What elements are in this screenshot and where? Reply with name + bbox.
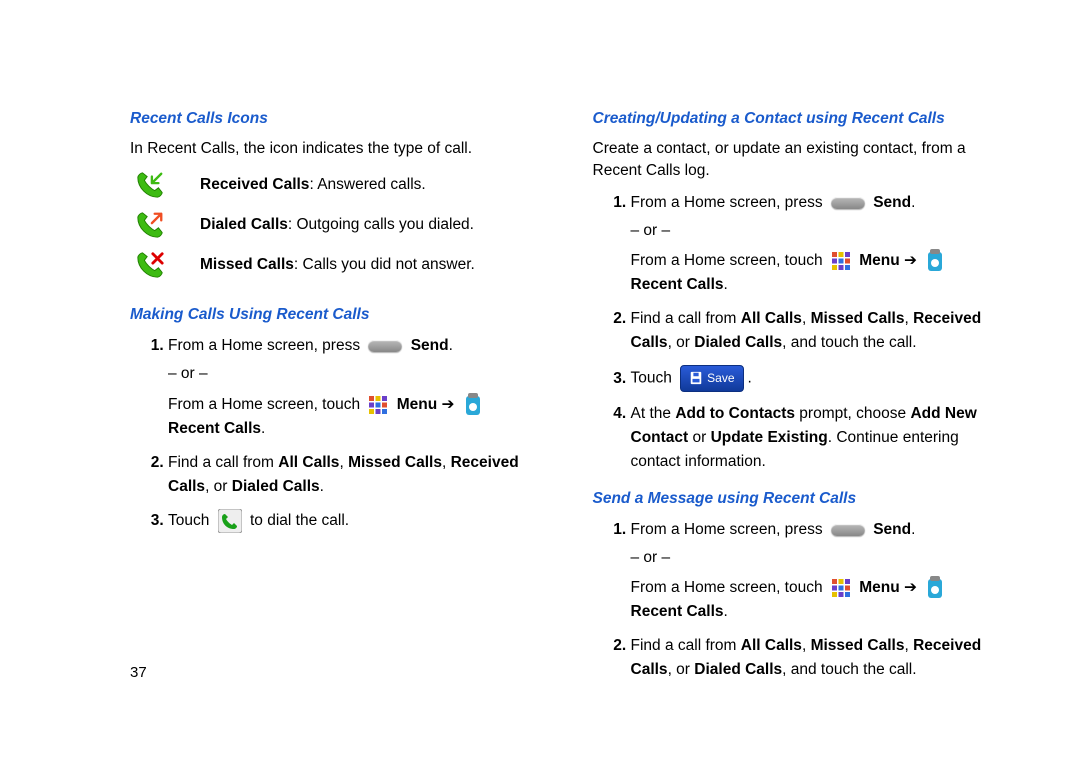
heading-making-calls: Making Calls Using Recent Calls — [130, 306, 538, 324]
dialed-calls-icon — [130, 210, 170, 240]
icon-row-received: Received Calls: Answered calls. — [130, 170, 538, 200]
send-key-icon — [831, 524, 865, 536]
icon-row-missed: Missed Calls: Calls you did not answer. — [130, 250, 538, 280]
step-1: From a Home screen, press Send. – or – F… — [168, 334, 538, 440]
step-2: Find a call from All Calls, Missed Calls… — [168, 451, 538, 499]
heading-send-message: Send a Message using Recent Calls — [593, 490, 1001, 508]
c-step-1: From a Home screen, press Send. – or – F… — [631, 191, 1001, 297]
s-step-2: Find a call from All Calls, Missed Calls… — [631, 634, 1001, 682]
s-step-1: From a Home screen, press Send. – or – F… — [631, 518, 1001, 624]
page-number: 37 — [130, 664, 147, 681]
menu-grid-icon — [831, 251, 851, 271]
c-step-3: Touch Save . — [631, 365, 1001, 392]
save-button-icon: Save — [680, 365, 743, 392]
heading-recent-calls-icons: Recent Calls Icons — [130, 110, 538, 128]
send-steps: From a Home screen, press Send. – or – F… — [593, 518, 1001, 682]
recent-calls-jar-icon — [925, 576, 945, 600]
c-step-4: At the Add to Contacts prompt, choose Ad… — [631, 402, 1001, 474]
heading-creating-updating: Creating/Updating a Contact using Recent… — [593, 110, 1001, 128]
or-divider: – or – — [168, 362, 538, 386]
missed-desc: Missed Calls: Calls you did not answer. — [170, 250, 475, 274]
dialed-desc: Dialed Calls: Outgoing calls you dialed. — [170, 210, 474, 234]
send-key-icon — [831, 197, 865, 209]
right-column: Creating/Updating a Contact using Recent… — [593, 110, 1001, 692]
menu-grid-icon — [368, 395, 388, 415]
received-desc: Received Calls: Answered calls. — [170, 170, 426, 194]
icons-intro: In Recent Calls, the icon indicates the … — [130, 138, 538, 160]
c-step-2: Find a call from All Calls, Missed Calls… — [631, 307, 1001, 355]
missed-calls-icon — [130, 250, 170, 280]
send-key-icon — [368, 340, 402, 352]
or-divider: – or – — [631, 219, 1001, 243]
icon-row-dialed: Dialed Calls: Outgoing calls you dialed. — [130, 210, 538, 240]
create-steps: From a Home screen, press Send. – or – F… — [593, 191, 1001, 474]
received-calls-icon — [130, 170, 170, 200]
left-column: Recent Calls Icons In Recent Calls, the … — [130, 110, 538, 692]
menu-grid-icon — [831, 578, 851, 598]
step-3: Touch to dial the call. — [168, 509, 538, 533]
making-calls-steps: From a Home screen, press Send. – or – F… — [130, 334, 538, 532]
create-intro: Create a contact, or update an existing … — [593, 138, 1001, 183]
dial-phone-icon — [218, 509, 242, 533]
recent-calls-jar-icon — [925, 249, 945, 273]
or-divider: – or – — [631, 546, 1001, 570]
manual-page: Recent Calls Icons In Recent Calls, the … — [0, 0, 1080, 771]
recent-calls-jar-icon — [463, 393, 483, 417]
